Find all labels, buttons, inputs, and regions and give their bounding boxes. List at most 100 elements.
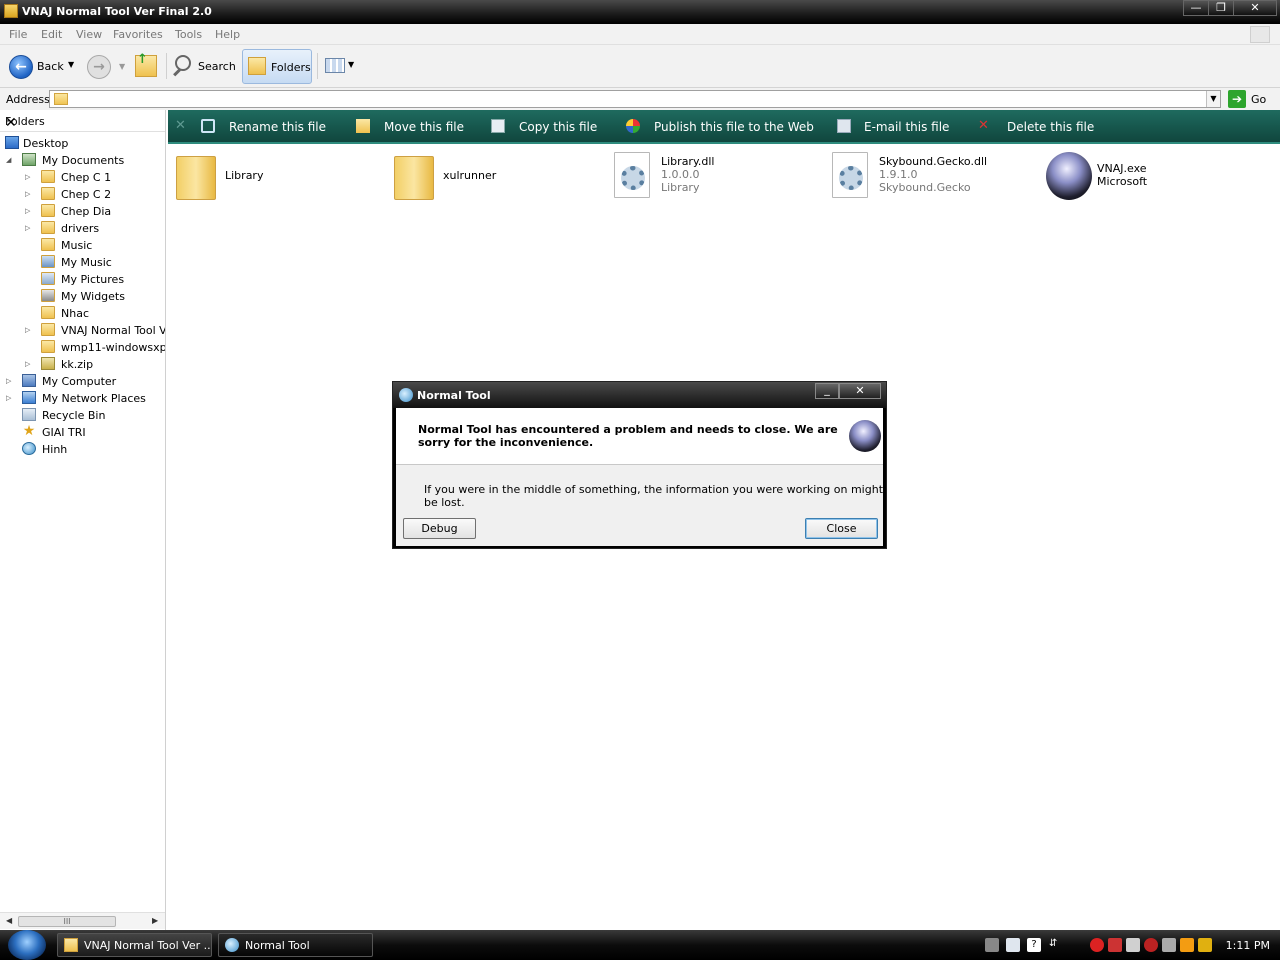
up-arrow-icon: ↑ — [137, 52, 148, 67]
tree-item-hinh[interactable]: Hinh — [6, 441, 165, 458]
help-icon[interactable]: ? — [1027, 938, 1041, 952]
tree-item-kk-zip[interactable]: ▷ kk.zip — [25, 356, 165, 373]
collapse-arrow-icon[interactable]: ◢ — [6, 156, 14, 164]
tree-item-recycle-bin[interactable]: Recycle Bin — [6, 407, 165, 424]
tree-item-label: My Pictures — [61, 273, 125, 286]
error-message: If you were in the middle of something, … — [424, 483, 884, 509]
expand-arrow-icon[interactable]: ▷ — [25, 224, 33, 232]
menu-favorites[interactable]: Favorites — [113, 28, 163, 41]
file-item-skybound-gecko-dll[interactable]: Skybound.Gecko.dll 1.9.1.0 Skybound.Geck… — [832, 152, 1032, 202]
tree-item-chep-c-1[interactable]: ▷ Chep C 1 — [25, 169, 165, 186]
start-button[interactable] — [8, 930, 46, 960]
chevron-down-icon[interactable]: ▼ — [1206, 91, 1220, 107]
expand-arrow-icon[interactable]: ▷ — [25, 207, 33, 215]
file-item-library[interactable]: Library — [176, 152, 376, 202]
tree-item-my-network-places[interactable]: ▷ My Network Places — [6, 390, 165, 407]
scroll-left-icon[interactable]: ◀ — [6, 916, 12, 925]
copy-file-link[interactable]: Copy this file — [519, 120, 597, 134]
maximize-button[interactable]: ❐ — [1208, 0, 1234, 16]
taskbar-item-normal-tool[interactable]: Normal Tool — [218, 933, 373, 957]
move-file-link[interactable]: Move this file — [384, 120, 464, 134]
menu-tools[interactable]: Tools — [175, 28, 202, 41]
horizontal-scrollbar[interactable]: ◀ III ▶ — [0, 912, 165, 929]
tree-item-my-music[interactable]: My Music — [25, 254, 165, 271]
expand-arrow-icon[interactable]: ▷ — [25, 190, 33, 198]
views-button[interactable]: ▼ — [323, 55, 357, 77]
go-button[interactable]: Go — [1251, 93, 1266, 106]
debug-button[interactable]: Debug — [403, 518, 476, 539]
dialog-close-button[interactable]: ✕ — [839, 383, 881, 399]
up-folder-button[interactable]: ↑ — [135, 52, 157, 77]
antivirus-icon[interactable] — [1144, 938, 1158, 952]
network-icon[interactable] — [1126, 938, 1140, 952]
file-name: Library — [225, 169, 264, 182]
menu-view[interactable]: View — [76, 28, 102, 41]
keyboard-icon[interactable] — [1006, 938, 1020, 952]
widgets-folder-icon — [41, 289, 55, 302]
shield-icon[interactable] — [1198, 938, 1212, 952]
menu-bar: File Edit View Favorites Tools Help — [0, 24, 1280, 45]
close-window-button[interactable]: ✕ — [1233, 0, 1277, 16]
forward-button[interactable]: → — [87, 55, 111, 79]
expand-arrow-icon[interactable]: ▷ — [25, 360, 33, 368]
menu-file[interactable]: File — [9, 28, 27, 41]
chevron-down-icon[interactable]: ▼ — [68, 60, 74, 69]
back-button[interactable]: ← Back ▼ — [6, 49, 80, 84]
go-arrow-icon[interactable]: ➔ — [1228, 90, 1246, 108]
close-icon[interactable]: ✕ — [5, 115, 155, 131]
folder-icon — [41, 170, 55, 183]
shield-icon[interactable] — [1108, 938, 1122, 952]
gear-icon — [621, 166, 645, 190]
tree-item-wmp11[interactable]: wmp11-windowsxp-x — [25, 339, 165, 356]
minimize-button[interactable]: — — [1183, 0, 1209, 16]
tree-item-my-computer[interactable]: ▷ My Computer — [6, 373, 165, 390]
tree-item-drivers[interactable]: ▷ drivers — [25, 220, 165, 237]
expand-arrow-icon[interactable]: ▷ — [25, 326, 33, 334]
windows-logo-icon — [1250, 26, 1270, 43]
pen-icon[interactable] — [985, 938, 999, 952]
tree-item-nhac[interactable]: Nhac — [25, 305, 165, 322]
folders-icon — [248, 57, 266, 75]
search-button[interactable]: Search — [171, 49, 236, 84]
dialog-minimize-button[interactable]: _ — [815, 383, 839, 399]
device-icon[interactable] — [1162, 938, 1176, 952]
email-file-link[interactable]: E-mail this file — [864, 120, 949, 134]
file-version: 1.0.0.0 — [661, 168, 700, 181]
menu-edit[interactable]: Edit — [41, 28, 62, 41]
tree-item-my-documents[interactable]: ◢ My Documents — [6, 152, 165, 169]
publish-web-icon — [626, 119, 640, 133]
tree-item-giai-tri[interactable]: ★ GIAI TRI — [6, 424, 165, 441]
folders-button[interactable]: Folders — [242, 49, 312, 84]
globe-icon — [399, 388, 413, 402]
menu-help[interactable]: Help — [215, 28, 240, 41]
file-item-library-dll[interactable]: Library.dll 1.0.0.0 Library — [614, 152, 814, 202]
tray-expand-icon[interactable]: ⇵ — [1049, 938, 1063, 952]
file-description: Library — [661, 181, 700, 194]
publish-web-link[interactable]: Publish this file to the Web — [654, 120, 814, 134]
folder-icon — [41, 238, 55, 251]
tree-item-music[interactable]: Music — [25, 237, 165, 254]
tree-item-my-pictures[interactable]: My Pictures — [25, 271, 165, 288]
tree-item-chep-dia[interactable]: ▷ Chep Dia — [25, 203, 165, 220]
address-field[interactable]: ▼ — [49, 90, 1221, 108]
scroll-right-icon[interactable]: ▶ — [152, 916, 158, 925]
tree-item-vnaj-normal-tool[interactable]: ▷ VNAJ Normal Tool Ver — [25, 322, 165, 339]
close-button[interactable]: Close — [805, 518, 878, 539]
file-item-vnaj-exe[interactable]: VNAJ.exe Microsoft — [1046, 152, 1246, 202]
expand-arrow-icon[interactable]: ▷ — [6, 377, 14, 385]
tree-item-my-widgets[interactable]: My Widgets — [25, 288, 165, 305]
scrollbar-thumb[interactable]: III — [18, 916, 116, 927]
close-icon[interactable]: ✕ — [175, 118, 186, 133]
tree-item-chep-c-2[interactable]: ▷ Chep C 2 — [25, 186, 165, 203]
vlc-icon[interactable] — [1180, 938, 1194, 952]
expand-arrow-icon[interactable]: ▷ — [6, 394, 14, 402]
expand-arrow-icon[interactable]: ▷ — [25, 173, 33, 181]
folder-icon — [176, 156, 216, 200]
taskbar-item-explorer[interactable]: VNAJ Normal Tool Ver ... — [57, 933, 212, 957]
tree-item-desktop[interactable]: Desktop — [0, 135, 165, 152]
chevron-down-icon[interactable]: ▼ — [119, 62, 125, 71]
security-icon[interactable] — [1090, 938, 1104, 952]
delete-file-link[interactable]: Delete this file — [1007, 120, 1094, 134]
file-item-xulrunner[interactable]: xulrunner — [394, 152, 594, 202]
rename-file-link[interactable]: Rename this file — [229, 120, 326, 134]
